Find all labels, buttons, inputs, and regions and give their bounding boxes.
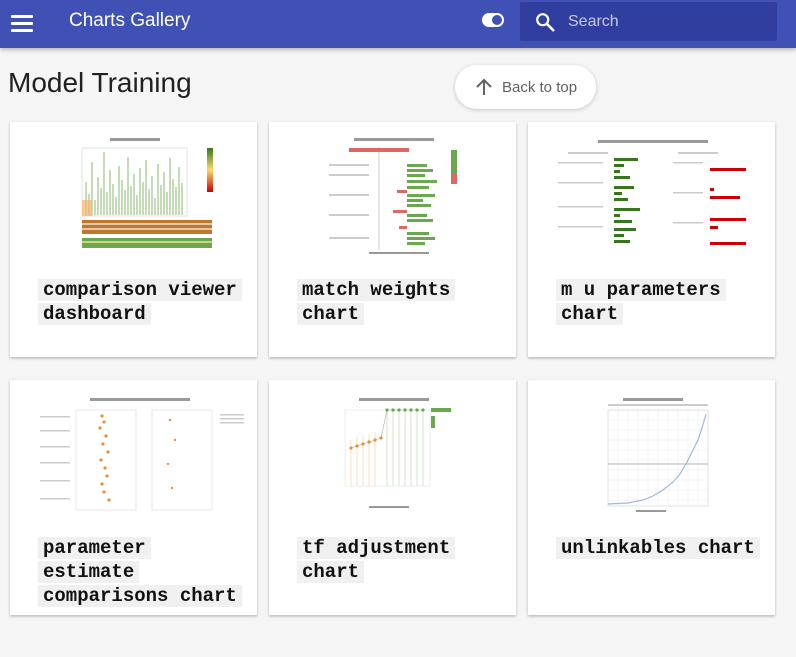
arrow-up-icon [476, 78, 492, 95]
unlinkables-chart-thumbnail [528, 380, 775, 520]
card-label: parameter estimate comparisons chart [38, 536, 248, 608]
card-label-text: comparison viewer dashboard [38, 279, 242, 325]
search-box[interactable] [520, 2, 777, 41]
search-input[interactable] [568, 10, 768, 34]
chart-card-comparison-viewer-dashboard[interactable]: comparison viewer dashboard [10, 122, 257, 357]
theme-toggle-icon[interactable] [482, 13, 504, 27]
card-label-text: tf adjustment chart [297, 537, 456, 583]
top-app-bar: Charts Gallery [0, 0, 796, 48]
card-label-text: parameter estimate comparisons chart [38, 537, 242, 607]
site-title[interactable]: Charts Gallery [69, 10, 190, 32]
card-label: match weights chart [297, 278, 507, 326]
chart-card-unlinkables-chart[interactable]: unlinkables chart [528, 380, 775, 615]
comparison-viewer-dashboard-thumbnail [10, 122, 257, 262]
chart-card-parameter-estimate-comparisons-chart[interactable]: parameter estimate comparisons chart [10, 380, 257, 615]
card-label-text: match weights chart [297, 279, 456, 325]
chart-card-m-u-parameters-chart[interactable]: m u parameters chart [528, 122, 775, 357]
menu-icon[interactable] [8, 10, 36, 38]
tf-adjustment-chart-thumbnail [269, 380, 516, 520]
search-icon [536, 13, 555, 32]
card-label-text: m u parameters chart [556, 279, 726, 325]
parameter-estimate-comparisons-chart-thumbnail [10, 380, 257, 520]
card-label-text: unlinkables chart [556, 537, 760, 559]
card-label: comparison viewer dashboard [38, 278, 248, 326]
back-to-top-button[interactable]: Back to top [455, 65, 596, 109]
chart-card-match-weights-chart[interactable]: match weights chart [269, 122, 516, 357]
card-label: unlinkables chart [556, 536, 766, 560]
page-title: Model Training [8, 67, 192, 98]
m-u-parameters-chart-thumbnail [528, 122, 775, 262]
back-to-top-label: Back to top [502, 79, 578, 96]
chart-card-tf-adjustment-chart[interactable]: tf adjustment chart [269, 380, 516, 615]
card-label: tf adjustment chart [297, 536, 507, 584]
card-label: m u parameters chart [556, 278, 766, 326]
match-weights-chart-thumbnail [269, 122, 516, 262]
